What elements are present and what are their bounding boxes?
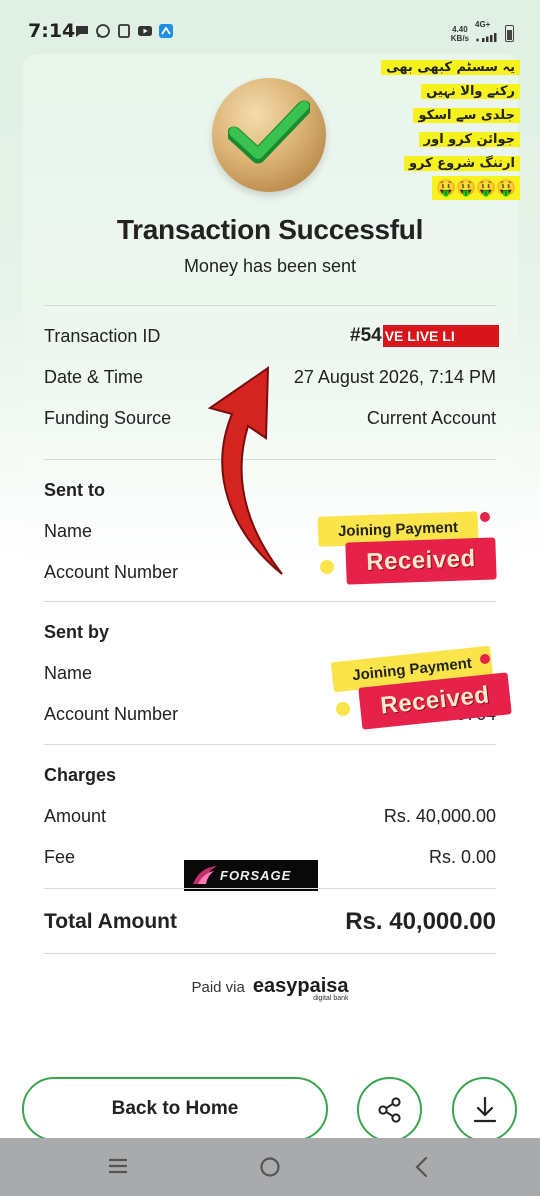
- arrow-icon: [207, 366, 283, 575]
- sent-by-name-label: Name: [44, 663, 93, 683]
- copy-icon: [118, 24, 130, 38]
- live-banner: VE LIVE LI: [382, 325, 499, 347]
- joining-payment-sticker: Joining Payment Received: [316, 511, 506, 590]
- fee-label: Fee: [44, 847, 76, 867]
- divider: [44, 888, 496, 889]
- promo-line: ارننگ شروع کرو: [403, 156, 520, 171]
- share-button[interactable]: [357, 1077, 422, 1142]
- net-speed-unit: KB/s: [450, 33, 469, 43]
- home-icon[interactable]: [258, 1156, 282, 1178]
- total-amount-value: Rs. 40,000.00: [345, 908, 496, 935]
- promo-note: یہ سسٹم کبھی بھی رکنے والا نہیں جلدی سے …: [365, 56, 520, 202]
- download-icon: [473, 1096, 496, 1122]
- sticker-bottom-text: Received: [345, 537, 497, 585]
- download-button[interactable]: [452, 1077, 517, 1142]
- divider: [44, 305, 496, 306]
- page-title: Transaction Successful: [116, 214, 424, 245]
- promo-line: جلدی سے اسکو: [413, 108, 520, 123]
- transaction-id-prefix: #54: [350, 325, 382, 346]
- transaction-id-value: #54 VE LIVE LI: [350, 325, 499, 347]
- money-emoji-row: 🤑🤑🤑🤑: [432, 176, 520, 200]
- forsage-text: FORSAGE: [220, 868, 292, 883]
- funding-label: Funding Source: [44, 408, 172, 428]
- sticker-dot: [480, 654, 490, 664]
- sticker-dot: [320, 560, 334, 574]
- status-time: 7:14: [28, 20, 76, 42]
- wing-icon: [193, 866, 217, 884]
- paid-via-text: Paid via: [191, 979, 245, 996]
- transaction-id-label: Transaction ID: [44, 326, 161, 346]
- notification-icons: [74, 23, 174, 39]
- youtube-icon: [138, 26, 152, 36]
- app-icon: [159, 24, 173, 38]
- joining-payment-sticker: Joining Payment Received: [330, 645, 520, 730]
- amount-value: Rs. 40,000.00: [383, 806, 496, 826]
- back-to-home-button[interactable]: Back to Home: [22, 1077, 328, 1141]
- easypaisa-subtext: digital bank: [313, 995, 349, 1002]
- network-type: 4G+: [475, 20, 491, 29]
- back-icon[interactable]: [412, 1156, 432, 1178]
- funding-value: Current Account: [366, 408, 496, 428]
- sent-to-name-label: Name: [44, 521, 93, 541]
- net-speed-value: 4.40: [452, 24, 468, 34]
- amount-label: Amount: [44, 806, 107, 826]
- charges-heading: Charges: [44, 765, 117, 785]
- message-icon: [76, 26, 88, 37]
- system-nav-bar: [0, 1138, 540, 1196]
- sticker-dot: [336, 702, 350, 716]
- signal-icon: [476, 33, 497, 42]
- recent-apps-icon[interactable]: [106, 1156, 130, 1176]
- checkmark-icon: [228, 100, 310, 164]
- divider: [44, 601, 496, 602]
- share-icon: [377, 1096, 401, 1123]
- easypaisa-text: easypaisa: [252, 975, 349, 997]
- fee-value: Rs. 0.00: [428, 847, 496, 867]
- divider: [44, 953, 496, 954]
- datetime-label: Date & Time: [44, 367, 144, 387]
- promo-line: جوائن کرو اور: [418, 132, 520, 147]
- forsage-logo: FORSAGE: [184, 860, 318, 891]
- network-speed: 4.40 KB/s: [451, 25, 469, 43]
- success-badge: [212, 78, 326, 192]
- status-right: 4.40 KB/s 4G+: [451, 20, 514, 47]
- network-indicator: 4G+: [475, 20, 499, 47]
- promo-line: رکنے والا نہیں: [421, 84, 520, 99]
- divider: [44, 744, 496, 745]
- status-bar: 7:14 4.40 KB/s 4G+: [0, 0, 540, 60]
- promo-line: یہ سسٹم کبھی بھی: [381, 60, 520, 75]
- page-subtitle: Money has been sent: [183, 256, 357, 276]
- datetime-value: 27 August 2026, 7:14 PM: [293, 367, 496, 387]
- sticker-dot: [480, 512, 490, 522]
- whatsapp-icon: [96, 24, 110, 38]
- battery-icon: [505, 25, 514, 42]
- total-amount-label: Total Amount: [44, 910, 177, 933]
- sent-to-heading: Sent to: [44, 480, 105, 500]
- paid-via: Paid via easypaisa digital bank: [0, 975, 540, 1002]
- sent-by-heading: Sent by: [44, 622, 110, 642]
- sent-by-account-label: Account Number: [44, 704, 179, 724]
- easypaisa-logo: easypaisa digital bank: [252, 975, 349, 1002]
- sent-to-account-label: Account Number: [44, 562, 179, 582]
